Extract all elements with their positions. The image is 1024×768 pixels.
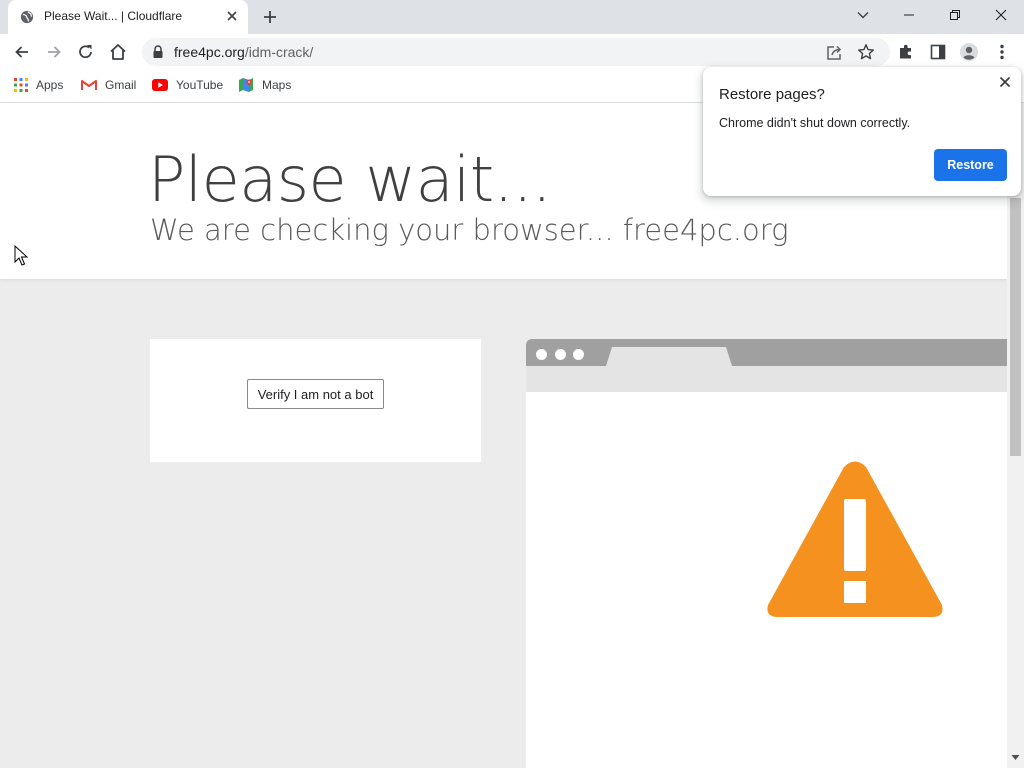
bookmark-label: YouTube bbox=[176, 78, 224, 92]
url-text[interactable]: free4pc.org/idm-crack/ bbox=[174, 44, 313, 60]
apps-grid-icon bbox=[14, 78, 28, 92]
share-icon[interactable] bbox=[825, 44, 843, 62]
home-icon[interactable] bbox=[108, 42, 128, 62]
bookmark-label: Maps bbox=[262, 78, 292, 92]
scrollbar-thumb[interactable] bbox=[1010, 198, 1021, 456]
lock-icon[interactable] bbox=[152, 45, 164, 59]
illustration-dot bbox=[555, 349, 566, 360]
illustration-address-strip bbox=[526, 366, 1007, 392]
profile-avatar-icon[interactable] bbox=[959, 42, 979, 62]
minimize-button[interactable] bbox=[886, 0, 932, 30]
page-scrollbar[interactable] bbox=[1007, 103, 1024, 768]
youtube-icon bbox=[152, 79, 168, 91]
close-window-button[interactable] bbox=[978, 0, 1024, 30]
bookmark-apps[interactable]: Apps bbox=[14, 76, 63, 94]
bookmark-label: Gmail bbox=[105, 78, 137, 92]
tab-search-button[interactable] bbox=[840, 0, 886, 30]
illustration-tab bbox=[606, 347, 732, 366]
close-icon[interactable] bbox=[998, 75, 1012, 89]
url-path: /idm-crack/ bbox=[244, 44, 314, 60]
forward-arrow-icon[interactable] bbox=[44, 42, 64, 62]
bookmark-maps[interactable]: Maps bbox=[238, 76, 291, 94]
illustration-dot bbox=[536, 349, 547, 360]
browser-illustration bbox=[526, 339, 1007, 768]
close-icon bbox=[995, 9, 1007, 21]
mouse-cursor-icon bbox=[14, 245, 28, 266]
side-panel-icon[interactable] bbox=[929, 43, 947, 61]
tab-title: Please Wait... | Cloudflare bbox=[44, 9, 183, 23]
bookmark-star-icon[interactable] bbox=[857, 43, 875, 61]
verify-bot-button[interactable]: Verify I am not a bot bbox=[247, 379, 384, 409]
reload-icon[interactable] bbox=[76, 42, 96, 62]
scroll-down-arrow-icon[interactable] bbox=[1011, 753, 1020, 762]
maps-icon bbox=[239, 78, 253, 92]
illustration-title-bar bbox=[526, 339, 1007, 366]
dialog-message: Chrome didn't shut down correctly. bbox=[719, 116, 911, 130]
new-tab-icon[interactable] bbox=[261, 8, 279, 26]
page-subheading: We are checking your browser... free4pc.… bbox=[150, 213, 789, 247]
dialog-title: Restore pages? bbox=[719, 86, 825, 103]
chevron-down-icon bbox=[857, 12, 869, 19]
gmail-icon bbox=[81, 79, 97, 91]
illustration-dot bbox=[573, 349, 584, 360]
warning-icon bbox=[767, 461, 943, 617]
restore-window-button[interactable] bbox=[932, 0, 978, 30]
page-content: Please wait... We are checking your brow… bbox=[0, 103, 1007, 768]
restore-button[interactable]: Restore bbox=[934, 149, 1007, 181]
back-arrow-icon[interactable] bbox=[12, 42, 32, 62]
tab-close-icon[interactable] bbox=[225, 9, 239, 23]
extensions-puzzle-icon[interactable] bbox=[897, 43, 915, 61]
kebab-menu-icon[interactable] bbox=[993, 42, 1011, 62]
bookmark-gmail[interactable]: Gmail bbox=[81, 76, 136, 94]
page-heading: Please wait... bbox=[148, 143, 552, 216]
bookmark-label: Apps bbox=[36, 78, 64, 92]
minimize-icon bbox=[904, 14, 914, 16]
browser-tab[interactable]: Please Wait... | Cloudflare bbox=[8, 0, 248, 34]
restore-window-icon bbox=[950, 10, 960, 20]
globe-icon bbox=[20, 10, 34, 24]
restore-pages-dialog: Restore pages? Chrome didn't shut down c… bbox=[703, 67, 1021, 196]
url-host: free4pc.org bbox=[174, 44, 245, 60]
bookmark-youtube[interactable]: YouTube bbox=[152, 76, 223, 94]
